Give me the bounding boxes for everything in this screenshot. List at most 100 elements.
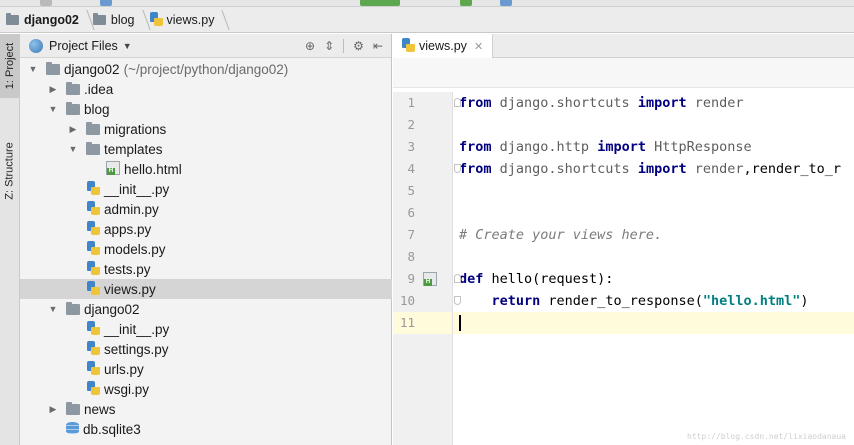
- tree-item-label: blog: [84, 101, 110, 117]
- project-path-hint: (~/project/python/django02): [123, 61, 289, 77]
- code-token: ,render_to_r: [743, 161, 842, 177]
- gutter-line[interactable]: 7: [393, 224, 452, 246]
- tree-file-item[interactable]: views.py: [20, 279, 392, 299]
- fold-marker-icon[interactable]: [454, 164, 461, 173]
- divider: [343, 39, 345, 53]
- tree-file-item[interactable]: hello.html: [20, 159, 392, 179]
- gutter-line[interactable]: 11: [393, 312, 452, 334]
- line-number-gutter[interactable]: 1 2 3 4 5 6 7 8 9 10 11: [393, 92, 453, 445]
- gutter-line[interactable]: 1: [393, 92, 452, 114]
- editor-breadcrumb-bar: [393, 58, 854, 88]
- breadcrumb-project[interactable]: django02: [6, 7, 93, 33]
- fold-marker-icon[interactable]: [454, 98, 461, 107]
- code-line[interactable]: [453, 114, 854, 136]
- expand-arrow-icon[interactable]: ▼: [48, 304, 58, 314]
- line-number: 2: [407, 117, 415, 132]
- collapse-all-icon[interactable]: ⇕: [324, 39, 334, 53]
- gutter-line[interactable]: 9: [393, 268, 452, 290]
- breadcrumb-label: django02: [24, 12, 79, 27]
- code-token: django.http: [491, 139, 598, 155]
- gutter-line[interactable]: 3: [393, 136, 452, 158]
- gutter-line[interactable]: 4: [393, 158, 452, 180]
- gutter-line[interactable]: 10: [393, 290, 452, 312]
- tree-item-label: tests.py: [104, 261, 151, 277]
- tree-file-item[interactable]: admin.py: [20, 199, 392, 219]
- expand-arrow-icon[interactable]: ▼: [68, 144, 78, 154]
- project-view-selector[interactable]: Project Files: [49, 39, 118, 53]
- tree-folder-item[interactable]: ▶ .idea: [20, 79, 392, 99]
- breadcrumb-blog[interactable]: blog: [92, 7, 149, 33]
- tree-file-item[interactable]: db.sqlite3: [20, 419, 392, 439]
- tree-item-label: urls.py: [104, 361, 144, 377]
- code-editor[interactable]: from django.shortcuts import render from …: [453, 92, 854, 445]
- code-line[interactable]: def hello(request):: [453, 268, 854, 290]
- tree-file-item[interactable]: apps.py: [20, 219, 392, 239]
- run-config-icon[interactable]: [360, 0, 400, 6]
- tree-file-item[interactable]: settings.py: [20, 339, 392, 359]
- code-token: import: [637, 161, 687, 177]
- related-template-icon[interactable]: [423, 272, 437, 286]
- toolbar-icon[interactable]: [100, 0, 112, 6]
- collapse-arrow-icon[interactable]: ▶: [48, 84, 58, 95]
- fold-marker-icon[interactable]: [454, 296, 461, 305]
- code-line[interactable]: [453, 246, 854, 268]
- tree-folder-item[interactable]: ▼ templates: [20, 139, 392, 159]
- code-token: import: [637, 95, 687, 111]
- gutter-line[interactable]: 8: [393, 246, 452, 268]
- expand-arrow-icon[interactable]: ▼: [48, 104, 58, 114]
- tab-project[interactable]: 1: Project: [0, 34, 20, 98]
- tree-file-item[interactable]: __init__.py: [20, 319, 392, 339]
- tree-folder-item[interactable]: ▼ django02 (~/project/python/django02): [20, 59, 392, 79]
- close-icon[interactable]: ✕: [474, 40, 483, 53]
- python-file-icon: [86, 381, 100, 395]
- project-tree: ▼ django02 (~/project/python/django02) ▶ .id…: [20, 59, 392, 439]
- tree-file-item[interactable]: wsgi.py: [20, 379, 392, 399]
- tree-file-item[interactable]: urls.py: [20, 359, 392, 379]
- code-line[interactable]: [453, 180, 854, 202]
- debug-icon[interactable]: [500, 0, 512, 6]
- tree-file-item[interactable]: __init__.py: [20, 179, 392, 199]
- expand-arrow-icon[interactable]: ▼: [28, 64, 38, 74]
- tree-folder-item[interactable]: ▶ migrations: [20, 119, 392, 139]
- fold-marker-icon[interactable]: [454, 274, 461, 283]
- code-line[interactable]: [453, 202, 854, 224]
- tree-folder-item[interactable]: ▼ django02: [20, 299, 392, 319]
- code-line[interactable]: from django.shortcuts import render: [453, 92, 854, 114]
- collapse-arrow-icon[interactable]: ▶: [68, 124, 78, 135]
- folder-icon: [6, 12, 19, 25]
- tree-folder-item[interactable]: ▼ blog: [20, 99, 392, 119]
- gutter-line[interactable]: 2: [393, 114, 452, 136]
- code-line[interactable]: return render_to_response("hello.html"): [453, 290, 854, 312]
- tree-folder-item[interactable]: ▶ news: [20, 399, 392, 419]
- gear-icon[interactable]: ⚙: [353, 39, 364, 53]
- tab-views-py[interactable]: views.py ✕: [393, 34, 493, 58]
- tree-item-label: django02: [84, 301, 140, 317]
- tree-item-label: hello.html: [124, 161, 182, 177]
- code-line[interactable]: [453, 312, 854, 334]
- chevron-down-icon[interactable]: ▼: [123, 41, 132, 51]
- code-line[interactable]: # Create your views here.: [453, 224, 854, 246]
- tree-file-item[interactable]: models.py: [20, 239, 392, 259]
- toolbar-icon[interactable]: [40, 0, 52, 6]
- locate-icon[interactable]: ⊕: [305, 39, 315, 53]
- gutter-line[interactable]: 6: [393, 202, 452, 224]
- code-token: render_to_response(: [540, 293, 703, 309]
- code-line-content: [459, 315, 461, 331]
- code-token: def: [459, 271, 484, 287]
- tree-item-label: .idea: [84, 81, 114, 97]
- hide-panel-icon[interactable]: ⇤: [373, 39, 383, 53]
- folder-icon: [86, 141, 100, 155]
- line-number: 9: [407, 271, 415, 286]
- breadcrumb-views-py[interactable]: views.py: [149, 7, 229, 33]
- project-panel: Project Files ▼ ⊕ ⇕ ⚙ ⇤ ▼ django02 (~/proj…: [20, 34, 392, 445]
- run-icon[interactable]: [460, 0, 472, 6]
- code-line[interactable]: from django.http import HttpResponse: [453, 136, 854, 158]
- tab-structure[interactable]: Z: Structure: [0, 126, 20, 216]
- gutter-line[interactable]: 5: [393, 180, 452, 202]
- tree-file-item[interactable]: tests.py: [20, 259, 392, 279]
- project-header-actions: ⊕ ⇕ ⚙ ⇤: [305, 34, 383, 58]
- folder-icon: [66, 301, 80, 315]
- code-line[interactable]: from django.shortcuts import render,rend…: [453, 158, 854, 180]
- collapse-arrow-icon[interactable]: ▶: [48, 404, 58, 415]
